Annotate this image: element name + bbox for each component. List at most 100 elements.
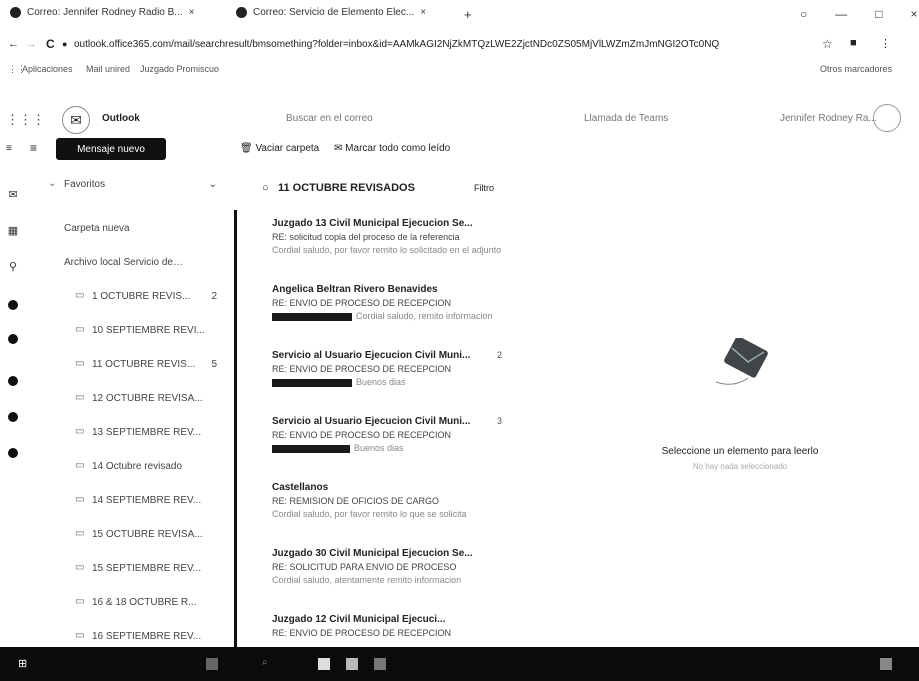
- app-launcher-icon[interactable]: ⋮⋮⋮: [6, 112, 45, 128]
- folder-item[interactable]: ▭Archivo local Servicio de ...: [30, 254, 225, 272]
- folder-item[interactable]: ▭ 12 OCTUBRE REVISA...: [30, 390, 225, 408]
- menu-icon[interactable]: ⋮: [880, 37, 891, 50]
- message-preview-text: Cordial saludo, atentamente remito infor…: [272, 575, 462, 585]
- word-icon[interactable]: [6, 334, 20, 348]
- bookmark-apps[interactable]: Aplicaciones: [22, 64, 73, 74]
- excel-icon[interactable]: [6, 376, 20, 390]
- minimize-icon[interactable]: —: [835, 7, 847, 21]
- windows-start-icon[interactable]: ⊞: [18, 657, 30, 670]
- select-all-checkbox[interactable]: ○: [262, 182, 269, 194]
- browser-tab-1[interactable]: Correo: Jennifer Rodney Radio B... ×: [10, 7, 194, 18]
- redaction-bar: [272, 444, 350, 453]
- window-controls: ○ — □ ×: [800, 7, 918, 21]
- message-item[interactable]: Servicio al Usuario Ejecucion Civil Muni…: [272, 416, 512, 453]
- bookmark-mail[interactable]: Mail unired: [86, 64, 130, 74]
- folder-item[interactable]: ▭ 10 SEPTIEMBRE REVI...: [30, 322, 225, 340]
- calendar-icon[interactable]: ▦: [6, 224, 20, 238]
- folder-name: 15 OCTUBRE REVISA...: [92, 529, 203, 540]
- new-message-button[interactable]: Mensaje nuevo: [56, 138, 166, 160]
- address-bar-row: ← → C ● outlook.office365.com/mail/searc…: [0, 34, 919, 56]
- message-preview-text: Cordial saludo, por favor remito lo soli…: [272, 245, 502, 255]
- bookmark-juzgado[interactable]: Juzgado Promiscuo: [140, 64, 219, 74]
- teams-call-button[interactable]: Llamada de Teams: [584, 113, 668, 124]
- other-bookmarks[interactable]: Otros marcadores: [820, 64, 892, 74]
- mail-icon[interactable]: ✉: [6, 188, 20, 202]
- list-title: 11 OCTUBRE REVISADOS: [278, 182, 415, 194]
- folder-item[interactable]: ▭ 13 SEPTIEMBRE REV...: [30, 424, 225, 442]
- pane-divider[interactable]: [234, 210, 237, 647]
- outlook-favicon-icon: [236, 7, 247, 18]
- forward-icon[interactable]: →: [26, 38, 37, 50]
- message-attachment-count: 3: [496, 416, 502, 426]
- user-name[interactable]: Jennifer Rodney Ra...: [780, 113, 880, 124]
- folder-name: Carpeta nueva: [64, 223, 130, 234]
- notifications-icon[interactable]: [880, 658, 892, 670]
- profile-icon[interactable]: ○: [800, 7, 807, 21]
- message-item[interactable]: Angelica Beltran Rivero Benavides RE: ENV…: [272, 284, 512, 321]
- people-icon[interactable]: ⚲: [6, 260, 20, 274]
- app-name: Outlook: [102, 113, 140, 124]
- delete-folder-button[interactable]: 🗑 Vaciar carpeta: [240, 143, 319, 154]
- folder-item[interactable]: ▭ 1 OCTUBRE REVIS... 2: [30, 288, 225, 306]
- trash-icon: 🗑: [240, 143, 253, 154]
- reload-icon[interactable]: C: [46, 37, 55, 51]
- filter-button[interactable]: Filtro: [474, 183, 494, 193]
- message-preview-text: Cordial saludo, por favor remito lo que …: [272, 509, 467, 519]
- browser-tab-2[interactable]: Correo: Servicio de Elemento Elec... ×: [236, 7, 426, 18]
- message-item[interactable]: Castellanos RE: REMISION DE OFICIOS DE CA…: [272, 482, 512, 519]
- message-item[interactable]: Juzgado 30 Civil Municipal Ejecucion Se.…: [272, 548, 512, 585]
- message-sender: Castellanos: [272, 482, 329, 493]
- taskview-icon[interactable]: [206, 658, 218, 670]
- tab-close-icon[interactable]: ×: [420, 7, 426, 18]
- message-preview: Cordial saludo, remito informacion: [272, 311, 502, 321]
- folder-icon: ▭: [75, 392, 85, 403]
- folder-name: 10 SEPTIEMBRE REVI...: [92, 325, 205, 336]
- search-icon[interactable]: ⌕: [262, 657, 274, 669]
- back-icon[interactable]: ←: [8, 38, 19, 50]
- folder-item[interactable]: ▭Carpeta nueva: [30, 220, 225, 238]
- search-input[interactable]: Buscar en el correo: [286, 113, 373, 124]
- redaction-bar: [272, 378, 352, 387]
- message-sender: Juzgado 13 Civil Municipal Ejecucion Se.…: [272, 218, 473, 229]
- message-item[interactable]: Juzgado 12 Civil Municipal Ejecuci... RE:…: [272, 614, 512, 641]
- folder-icon: ▭: [75, 630, 85, 641]
- message-item[interactable]: Juzgado 13 Civil Municipal Ejecucion Se.…: [272, 218, 512, 255]
- folder-item[interactable]: ▭ 16 SEPTIEMBRE REV...: [30, 628, 225, 646]
- tab-close-icon[interactable]: ×: [189, 7, 195, 18]
- powerpoint-icon[interactable]: [6, 412, 20, 426]
- folder-item[interactable]: ▭ 11 OCTUBRE REVIS... 5: [30, 356, 225, 374]
- message-item[interactable]: Servicio al Usuario Ejecucion Civil Muni…: [272, 350, 512, 387]
- outlook-header: ⋮⋮⋮ ✉ Outlook Buscar en el correo Llamad…: [0, 102, 919, 136]
- folder-item[interactable]: ▭ 14 Octubre revisado: [30, 458, 225, 476]
- teams-icon[interactable]: [6, 300, 20, 314]
- message-preview: Cordial saludo, por favor remito lo que …: [272, 509, 502, 519]
- chevron-down-icon: ⌄: [48, 178, 57, 189]
- bookmarks-bar: ⋮⋮ Aplicaciones Mail unired Juzgado Prom…: [0, 62, 919, 80]
- folder-item[interactable]: ▭ 14 SEPTIEMBRE REV...: [30, 492, 225, 510]
- file-explorer-icon[interactable]: [318, 658, 330, 670]
- folder-item[interactable]: ▭ 16 & 18 OCTUBRE R...: [30, 594, 225, 612]
- hamburger-icon[interactable]: ≡: [30, 141, 37, 155]
- url-input[interactable]: outlook.office365.com/mail/searchresult/…: [74, 39, 764, 50]
- mark-all-read-button[interactable]: ✉ Marcar todo como leído: [334, 143, 450, 154]
- maximize-icon[interactable]: □: [875, 7, 882, 21]
- folder-item[interactable]: ▭ 15 OCTUBRE REVISA...: [30, 526, 225, 544]
- message-preview: Cordial saludo, atentamente remito infor…: [272, 575, 502, 585]
- favorites-header[interactable]: ⌄ Favoritos ⌄: [30, 176, 225, 194]
- folder-name: 14 SEPTIEMBRE REV...: [92, 495, 202, 506]
- folder-unread-count: 2: [211, 291, 217, 302]
- avatar[interactable]: [873, 104, 901, 132]
- folder-pane: ⌄ Favoritos ⌄ ▭Carpeta nueva▭Archivo loc…: [30, 176, 230, 676]
- new-tab-button[interactable]: +: [464, 7, 472, 22]
- folder-name: 11 OCTUBRE REVIS...: [92, 359, 196, 370]
- outlook-favicon-icon: [10, 7, 21, 18]
- onedrive-icon[interactable]: [6, 448, 20, 462]
- word-taskbar-icon[interactable]: [374, 658, 386, 670]
- folder-item[interactable]: ▭ 15 SEPTIEMBRE REV...: [30, 560, 225, 578]
- empty-envelope-icon: [715, 338, 768, 385]
- excel-taskbar-icon[interactable]: [346, 658, 358, 670]
- message-subject: RE: ENVIO DE PROCESO DE RECEPCION: [272, 364, 452, 374]
- extension-icon[interactable]: ■: [850, 37, 857, 49]
- star-icon[interactable]: ☆: [822, 37, 833, 51]
- close-window-icon[interactable]: ×: [911, 7, 918, 21]
